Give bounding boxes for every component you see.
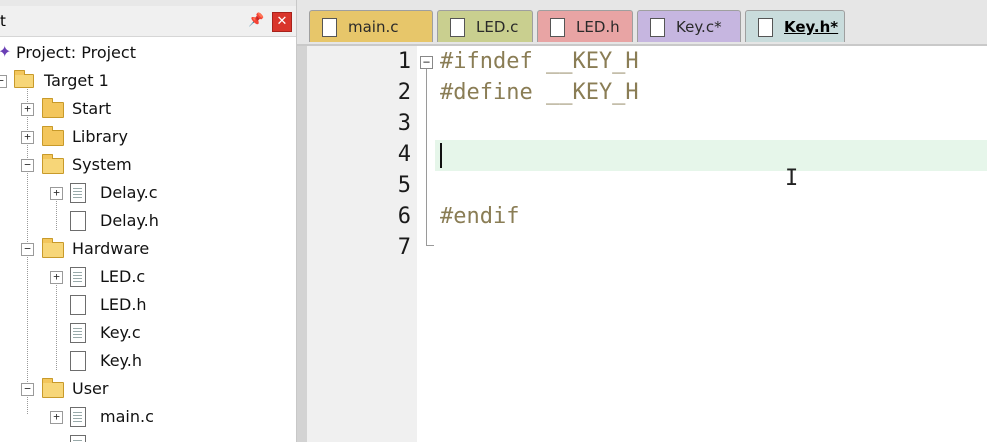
line-number: 3 (397, 111, 411, 136)
folder-open-icon (42, 154, 64, 174)
tree-item-label: Key.h (100, 351, 142, 370)
tree-item-label: Library (72, 127, 128, 146)
tree-item-label: Delay.c (100, 183, 158, 202)
code-line[interactable]: #ifndef __KEY_H (440, 46, 987, 77)
tree-item-label: LED.c (100, 267, 146, 286)
h-file-icon (758, 18, 773, 37)
tree-item-key-h[interactable]: Key.h (0, 348, 296, 376)
tree-item-user[interactable]: − User (0, 376, 296, 404)
code-line[interactable]: #endif (440, 201, 987, 232)
tree-item-label: main.c (100, 407, 154, 426)
fold-guide-end (426, 245, 434, 246)
tree-item-label: Delay.h (100, 211, 159, 230)
tree-item-led-c[interactable]: + LED.c (0, 264, 296, 292)
project-label: Project: Project (16, 43, 136, 62)
tree-item-key-c[interactable]: Key.c (0, 320, 296, 348)
tab-key-c[interactable]: Key.c* (637, 10, 741, 42)
tab-label: main.c (348, 18, 399, 36)
collapse-icon[interactable]: − (21, 243, 34, 256)
collapse-icon[interactable]: − (21, 383, 34, 396)
c-file-icon (70, 407, 86, 427)
h-file-icon (70, 295, 86, 315)
h-file-icon (70, 211, 86, 231)
h-file-icon (550, 18, 565, 37)
c-file-icon (70, 267, 86, 287)
line-number: 6 (397, 204, 411, 229)
c-file-icon (450, 18, 465, 37)
tab-led-h[interactable]: LED.h (537, 10, 633, 42)
code-line[interactable] (440, 232, 987, 263)
tree-item-label: System (72, 155, 132, 174)
tab-main-c[interactable]: main.c (309, 10, 433, 42)
fold-minus-icon[interactable]: − (420, 56, 433, 69)
c-file-icon (70, 435, 86, 442)
folder-open-icon (42, 238, 64, 258)
tree-item-start[interactable]: + Start (0, 96, 296, 124)
tab-key-h[interactable]: Key.h* (745, 10, 845, 42)
line-number: 7 (397, 235, 411, 260)
line-number: 4 (397, 142, 411, 167)
code-line[interactable] (440, 108, 987, 139)
pin-icon[interactable]: 📌 (248, 14, 264, 28)
tree-item-label: User (72, 379, 109, 398)
expand-icon[interactable]: + (50, 187, 63, 200)
line-number: 1 (397, 49, 411, 74)
tree-item-library[interactable]: + Library (0, 124, 296, 152)
tab-label: Key.c* (676, 18, 722, 36)
tab-label: LED.c (476, 18, 519, 36)
c-file-icon (70, 183, 86, 203)
tree-item-target-1[interactable]: − Target 1 (0, 68, 296, 96)
c-file-icon (70, 323, 86, 343)
folder-icon (42, 126, 64, 146)
panel-title: t (0, 12, 6, 30)
tree-item-partial (0, 432, 296, 442)
h-file-icon (70, 351, 86, 371)
close-icon[interactable]: ✕ (272, 12, 292, 32)
tab-label: LED.h (576, 18, 620, 36)
tree-item-label: Target 1 (44, 71, 109, 90)
expand-icon[interactable]: + (21, 103, 34, 116)
code-editor[interactable]: 1 2 3 4 5 6 7 − #ifndef __KEY_H #define … (297, 46, 987, 442)
project-icon: ✦ (0, 44, 11, 60)
tree-item-label: LED.h (100, 295, 147, 314)
tree-item-led-h[interactable]: LED.h (0, 292, 296, 320)
panel-header: t 📌 ✕ (0, 6, 296, 37)
text-cursor-icon: I (785, 166, 799, 191)
tree-item-label: Hardware (72, 239, 150, 258)
tree-item-label: Start (72, 99, 112, 118)
project-panel: t 📌 ✕ ✦ Project: Project − Target 1 + St… (0, 0, 297, 442)
code-line[interactable] (440, 170, 987, 201)
text-caret (440, 143, 442, 168)
tree-item-label: Key.c (100, 323, 141, 342)
tab-led-c[interactable]: LED.c (437, 10, 533, 42)
line-number-gutter: 1 2 3 4 5 6 7 (307, 46, 417, 442)
fold-guide-line (426, 69, 427, 245)
tree-item-main-c[interactable]: + main.c (0, 404, 296, 432)
line-number: 2 (397, 80, 411, 105)
target-icon (12, 70, 34, 88)
expand-icon[interactable]: + (21, 131, 34, 144)
editor-tab-bar: main.c LED.c LED.h Key.c* Key.h* (297, 0, 987, 46)
tree-item-hardware[interactable]: − Hardware (0, 236, 296, 264)
tree-item-system[interactable]: − System (0, 152, 296, 180)
folder-open-icon (42, 378, 64, 398)
collapse-icon[interactable]: − (0, 75, 7, 88)
tab-label: Key.h* (784, 18, 839, 36)
code-line[interactable]: #define __KEY_H (440, 77, 987, 108)
tree-project-root[interactable]: ✦ Project: Project (0, 40, 296, 68)
expand-icon[interactable]: + (50, 411, 63, 424)
tree-item-delay-h[interactable]: Delay.h (0, 208, 296, 236)
folder-icon (42, 98, 64, 118)
c-file-icon (650, 18, 665, 37)
tree-item-delay-c[interactable]: + Delay.c (0, 180, 296, 208)
code-line[interactable] (440, 139, 987, 170)
c-file-icon (322, 18, 337, 37)
expand-icon[interactable]: + (50, 271, 63, 284)
line-number: 5 (397, 173, 411, 198)
collapse-icon[interactable]: − (21, 159, 34, 172)
